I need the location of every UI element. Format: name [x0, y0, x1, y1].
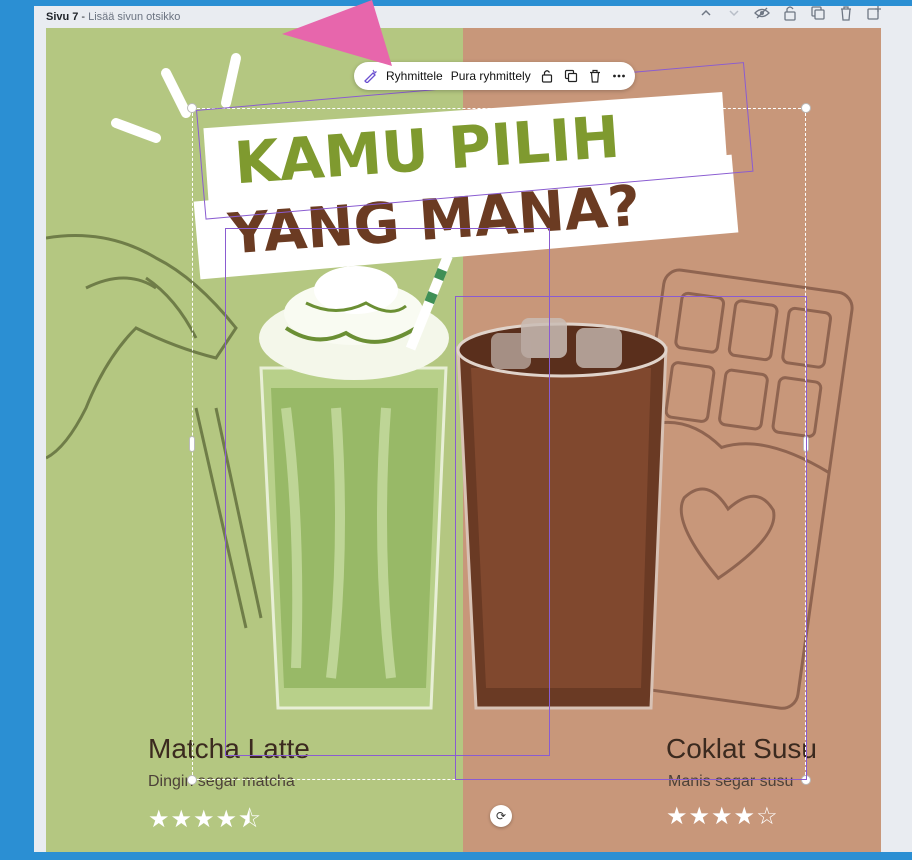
trash-icon[interactable] — [838, 5, 854, 21]
magic-pen-icon[interactable] — [362, 68, 378, 84]
add-page-icon[interactable] — [866, 5, 882, 21]
hide-icon[interactable] — [754, 5, 770, 21]
chevron-up-icon[interactable] — [698, 5, 714, 21]
right-rating-stars[interactable]: ★★★★☆ — [666, 802, 779, 831]
window-frame-left — [0, 0, 34, 860]
lock-icon[interactable] — [539, 68, 555, 84]
page-tools — [698, 5, 882, 21]
resize-handle-bottom-left[interactable] — [187, 775, 197, 785]
group-button[interactable]: Ryhmittele — [386, 69, 443, 83]
more-options-icon[interactable] — [611, 68, 627, 84]
resize-handle-left[interactable] — [189, 436, 195, 452]
rotate-icon[interactable]: ⟳ — [490, 805, 512, 827]
group-outline-coklat — [455, 296, 807, 780]
duplicate-icon[interactable] — [810, 5, 826, 21]
page-label: Sivu 7 — [46, 11, 79, 23]
chevron-down-icon[interactable] — [726, 5, 742, 21]
page-separator: - — [81, 11, 86, 23]
add-page-title[interactable]: Lisää sivun otsikko — [88, 11, 180, 23]
lock-icon[interactable] — [782, 5, 798, 21]
resize-handle-top-right[interactable] — [801, 103, 811, 113]
duplicate-icon[interactable] — [563, 68, 579, 84]
ungroup-button[interactable]: Pura ryhmittely — [451, 69, 531, 83]
window-frame-bottom — [0, 852, 912, 860]
pink-arrow-pointer — [282, 0, 392, 66]
left-rating-stars[interactable]: ★★★★⯪ — [148, 802, 262, 843]
trash-icon[interactable] — [587, 68, 603, 84]
